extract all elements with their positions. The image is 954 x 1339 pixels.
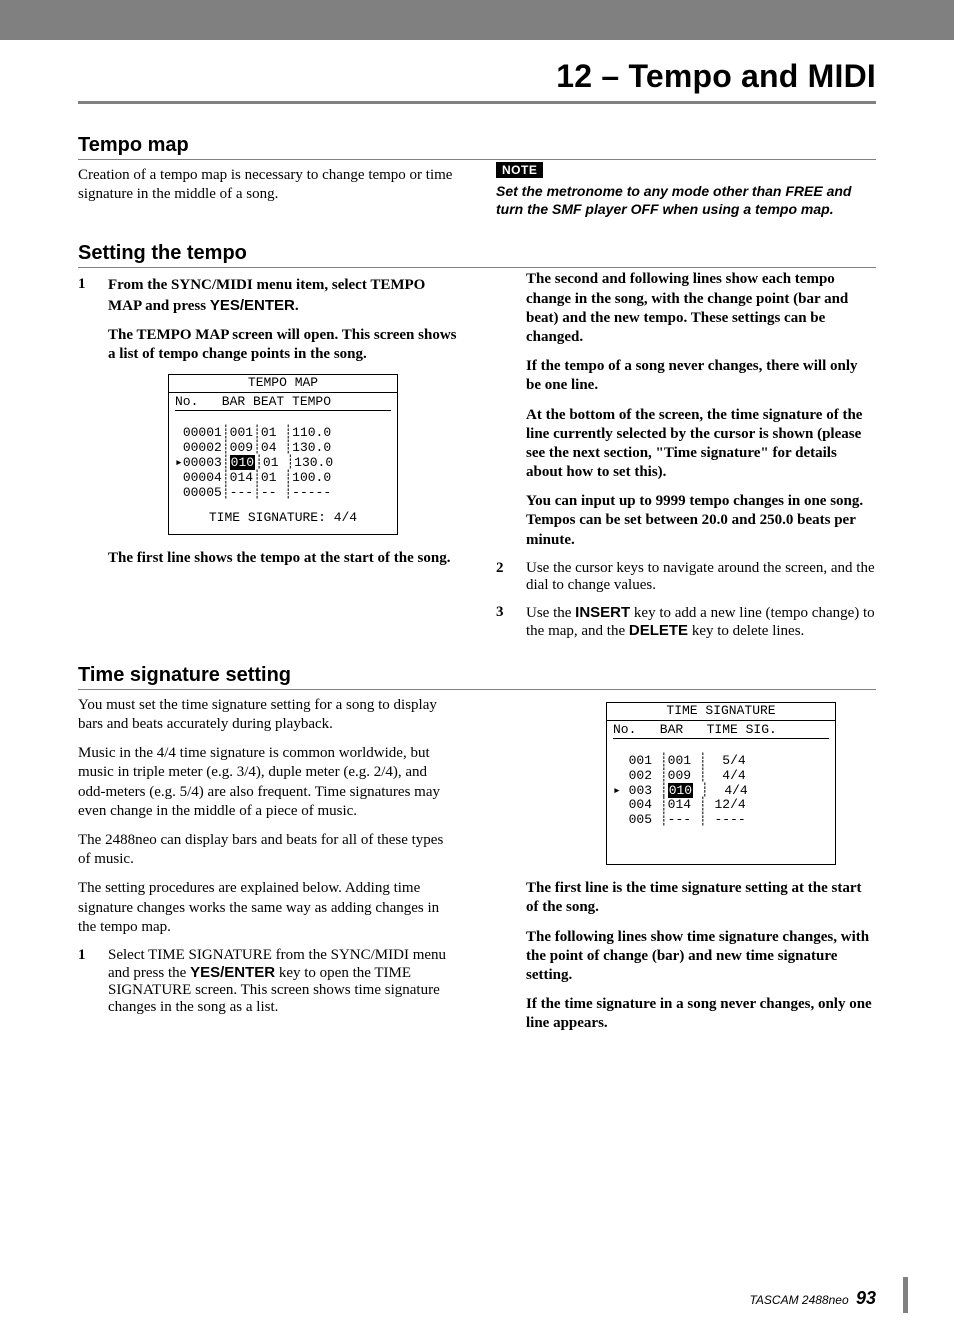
key-insert: INSERT xyxy=(575,604,630,621)
footer-page-number: 93 xyxy=(856,1288,876,1308)
header-gray-bar xyxy=(0,0,954,40)
lcd-footer: TIME SIGNATURE: 4/4 xyxy=(169,507,397,534)
lcd-row: 00004┊014┊01 ┊100.0 xyxy=(175,470,331,485)
key-delete: DELETE xyxy=(629,622,688,639)
ts-step-1: 1 Select TIME SIGNATURE from the SYNC/MI… xyxy=(78,947,458,1016)
ts-p4: The setting procedures are explained bel… xyxy=(78,879,458,937)
lcd-row: 00001┊001┊01 ┊110.0 xyxy=(175,425,331,440)
ts-right-p3: If the time signature in a song never ch… xyxy=(526,995,876,1033)
ts-step1-body: Select TIME SIGNATURE from the SYNC/MIDI… xyxy=(108,947,458,1016)
page-footer: TASCAM 2488neo 93 xyxy=(749,1288,876,1309)
heading-setting-tempo: Setting the tempo xyxy=(78,242,876,268)
lcd-row: 004 ┊014 ┊ 12/4 xyxy=(613,797,746,812)
right-p1: The second and following lines show each… xyxy=(526,270,876,347)
lcd-cursor: 010 xyxy=(230,455,255,470)
lcd-row-selected: ▸00003┊010┊01 ┊130.0 xyxy=(175,455,333,470)
heading-tempo-map: Tempo map xyxy=(78,134,876,160)
right-p3: At the bottom of the screen, the time si… xyxy=(526,406,876,483)
step-1: 1 From the SYNC/MIDI menu item, select T… xyxy=(78,276,458,577)
step1-line2: The TEMPO MAP screen will open. This scr… xyxy=(108,326,458,364)
step2-body: Use the cursor keys to navigate around t… xyxy=(526,560,876,594)
step-body: From the SYNC/MIDI menu item, select TEM… xyxy=(108,276,458,577)
lcd-body: No. BAR TIME SIG. 001 ┊001 ┊ 5/4 002 ┊00… xyxy=(607,721,835,864)
chapter-rule xyxy=(78,101,876,104)
right-p4: You can input up to 9999 tempo changes i… xyxy=(526,492,876,550)
lcd-row: 00002┊009┊04 ┊130.0 xyxy=(175,440,331,455)
col-right: TIME SIGNATURE No. BAR TIME SIG. 001 ┊00… xyxy=(496,692,876,1044)
lcd-row: 002 ┊009 ┊ 4/4 xyxy=(613,768,746,783)
note-body: Set the metronome to any mode other than… xyxy=(496,182,876,218)
key-yes-enter: YES/ENTER xyxy=(190,964,275,981)
step-2: 2 Use the cursor keys to navigate around… xyxy=(496,560,876,594)
lcd-body: No. BAR BEAT TEMPO 00001┊001┊01 ┊110.0 0… xyxy=(169,393,397,507)
lcd-row-selected: ▸ 003 ┊010 ┊ 4/4 xyxy=(613,783,748,798)
chapter-title: 12 – Tempo and MIDI xyxy=(78,58,876,95)
side-accent-bar xyxy=(903,1277,908,1313)
step-number: 2 xyxy=(496,560,510,594)
lcd-row: 005 ┊--- ┊ ---- xyxy=(613,812,746,827)
lcd-tempo-map: TEMPO MAP No. BAR BEAT TEMPO 00001┊001┊0… xyxy=(168,374,398,534)
tempo-map-intro: Creation of a tempo map is necessary to … xyxy=(78,166,458,204)
lcd-title: TEMPO MAP xyxy=(169,375,397,393)
step-number: 1 xyxy=(78,947,92,1016)
step-3: 3 Use the INSERT key to add a new line (… xyxy=(496,604,876,640)
ts-right-p2: The following lines show time signature … xyxy=(526,928,876,986)
key-yes-enter: YES/ENTER xyxy=(210,297,295,314)
ts-p2: Music in the 4/4 time signature is commo… xyxy=(78,744,458,821)
lcd-row: 001 ┊001 ┊ 5/4 xyxy=(613,753,746,768)
lcd-row: 00005┊---┊-- ┊----- xyxy=(175,485,331,500)
step3-body: Use the INSERT key to add a new line (te… xyxy=(526,604,876,640)
heading-time-signature: Time signature setting xyxy=(78,664,876,690)
col-right: NOTE Set the metronome to any mode other… xyxy=(496,162,876,228)
col-right: The second and following lines show each… xyxy=(496,270,876,649)
step-number: 1 xyxy=(78,276,92,577)
tempo-map-columns: Creation of a tempo map is necessary to … xyxy=(78,162,876,228)
col-left: Creation of a tempo map is necessary to … xyxy=(78,162,458,228)
lcd-header: No. BAR TIME SIG. xyxy=(613,723,829,739)
col-left: 1 From the SYNC/MIDI menu item, select T… xyxy=(78,270,458,649)
right-p2: If the tempo of a song never changes, th… xyxy=(526,357,876,395)
ts-p1: You must set the time signature setting … xyxy=(78,696,458,734)
lcd-time-signature: TIME SIGNATURE No. BAR TIME SIG. 001 ┊00… xyxy=(606,702,836,865)
setting-tempo-columns: 1 From the SYNC/MIDI menu item, select T… xyxy=(78,270,876,649)
ts-right-p1: The first line is the time signature set… xyxy=(526,879,876,917)
lcd-header: No. BAR BEAT TEMPO xyxy=(175,395,391,411)
lcd-cursor: 010 xyxy=(668,783,693,798)
time-sig-columns: You must set the time signature setting … xyxy=(78,692,876,1044)
ts-p3: The 2488neo can display bars and beats f… xyxy=(78,831,458,869)
col-left: You must set the time signature setting … xyxy=(78,692,458,1044)
lcd1-caption: The first line shows the tempo at the st… xyxy=(108,549,458,568)
step1-line1: From the SYNC/MIDI menu item, select TEM… xyxy=(108,276,458,315)
ts-right-body: The first line is the time signature set… xyxy=(526,879,876,1033)
page: 12 – Tempo and MIDI Tempo map Creation o… xyxy=(0,0,954,1339)
step-number: 3 xyxy=(496,604,510,640)
note-label: NOTE xyxy=(496,162,543,178)
lcd-title: TIME SIGNATURE xyxy=(607,703,835,721)
step1-right-body: The second and following lines show each… xyxy=(526,270,876,549)
footer-product: TASCAM 2488neo xyxy=(749,1293,848,1307)
